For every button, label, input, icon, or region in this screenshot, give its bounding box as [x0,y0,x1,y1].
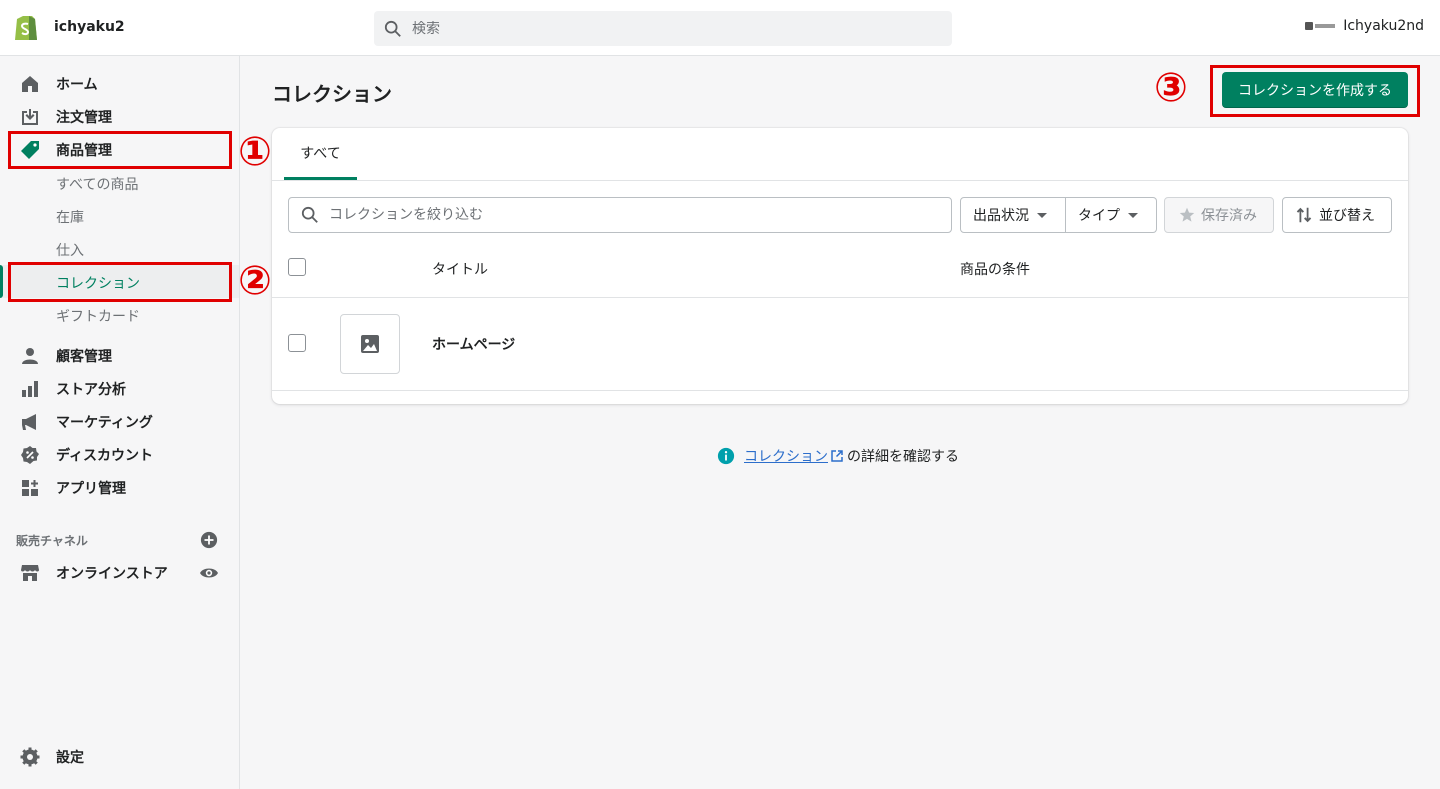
collection-thumbnail [340,314,400,374]
search-icon [384,20,401,37]
status-filter-label: 出品状況 [973,208,1029,224]
active-indicator [0,265,3,298]
rakuten-logo-icon [1305,22,1336,30]
sidebar-item-label: マーケティング [56,414,153,431]
tab-all[interactable]: すべて [284,128,357,180]
annotation-1: ① [238,129,272,175]
brand[interactable]: ichyaku2 [14,12,125,42]
sidebar-subitem-inventory[interactable]: 在庫 [0,199,239,232]
sidebar-item-discounts[interactable]: ディスカウント [0,438,239,471]
create-collection-button[interactable]: コレクションを作成する [1222,72,1408,108]
home-icon [22,76,38,92]
sidebar-item-apps[interactable]: アプリ管理 [0,471,239,504]
add-circle-icon[interactable] [200,531,218,549]
collection-title-link[interactable]: ホームページ [432,334,515,354]
annotation-3: ③ [1154,65,1188,111]
header-divider [272,297,1408,298]
sidebar-item-home[interactable]: ホーム [0,67,239,100]
sidebar-item-label: 顧客管理 [56,348,112,365]
sort-button[interactable]: 並び替え [1282,197,1392,233]
shopify-logo-icon [15,16,37,40]
star-icon [1179,207,1195,222]
sidebar-item-label: 設定 [56,749,84,766]
sidebar-item-label: ホーム [56,76,98,93]
orders-icon [22,109,38,125]
info-icon [717,447,735,465]
sidebar-item-analytics[interactable]: ストア分析 [0,372,239,405]
search-icon [301,206,318,223]
image-placeholder-icon [361,335,379,353]
column-header-conditions: 商品の条件 [960,262,1030,278]
person-icon [22,348,38,364]
saved-button-label: 保存済み [1201,208,1257,224]
bar-chart-icon [22,381,38,397]
gear-icon [20,747,40,767]
column-header-title: タイトル [432,262,488,278]
eye-icon[interactable] [199,563,219,583]
account-menu[interactable]: Ichyaku2nd [1305,18,1424,34]
collection-filter-input[interactable] [329,207,929,223]
sidebar-item-marketing[interactable]: マーケティング [0,405,239,438]
sidebar-item-orders[interactable]: 注文管理 [0,100,239,133]
sidebar-subitem-transfers[interactable]: 仕入 [0,232,239,265]
sales-channels-heading: 販売チャネル [16,534,88,548]
sidebar-subitem-gift-cards[interactable]: ギフトカード [0,298,239,331]
collection-filter[interactable] [288,197,952,233]
apps-icon [22,480,38,496]
tab-divider [272,180,1408,181]
external-link-icon [831,450,843,462]
top-bar: ichyaku2 Ichyaku2nd [0,0,1440,56]
collections-help-link[interactable]: コレクション [744,446,828,466]
row-checkbox[interactable] [288,334,306,352]
discount-icon [21,446,39,464]
page-title: コレクション [272,82,392,106]
account-name: Ichyaku2nd [1343,18,1424,34]
store-name: ichyaku2 [54,19,125,35]
sidebar-item-label: ストア分析 [56,381,126,398]
saved-button[interactable]: 保存済み [1164,197,1274,233]
store-icon [21,565,39,581]
footer-help: コレクション の詳細を確認する [717,446,959,466]
sort-arrows-icon [1296,207,1312,223]
sidebar-subitem-all-products[interactable]: すべての商品 [0,166,239,199]
sidebar-item-label: アプリ管理 [56,480,126,497]
collections-card: すべて 出品状況 タイプ 保存済み 並び替え タイトル 商品の条件 ホームページ [272,128,1408,404]
annotation-2: ② [238,258,272,304]
sidebar-subitem-label: 在庫 [56,210,84,226]
type-filter-label: タイプ [1078,208,1120,224]
help-suffix-text: の詳細を確認する [847,449,959,465]
row-divider [272,390,1408,391]
global-search[interactable] [374,11,952,46]
sidebar-item-label: ディスカウント [56,447,154,464]
sidebar-subitem-label: 仕入 [56,243,84,259]
sort-button-label: 並び替え [1319,208,1375,224]
type-filter-button[interactable]: タイプ [1066,197,1157,233]
highlight-products [8,131,232,169]
sidebar-subitem-label: ギフトカード [56,309,140,325]
global-search-input[interactable] [412,20,912,37]
highlight-collections [8,262,232,302]
sidebar-subitem-label: すべての商品 [56,177,139,193]
status-filter-button[interactable]: 出品状況 [960,197,1066,233]
sidebar-item-label: オンラインストア [56,565,168,582]
sidebar-item-customers[interactable]: 顧客管理 [0,339,239,372]
sidebar-item-label: 注文管理 [56,109,112,126]
caret-down-icon [1037,212,1047,218]
sidebar-item-settings[interactable]: 設定 [0,740,239,773]
filter-button-group: 出品状況 タイプ [960,197,1157,233]
select-all-checkbox[interactable] [288,258,306,276]
megaphone-icon [22,414,36,430]
caret-down-icon [1128,212,1138,218]
